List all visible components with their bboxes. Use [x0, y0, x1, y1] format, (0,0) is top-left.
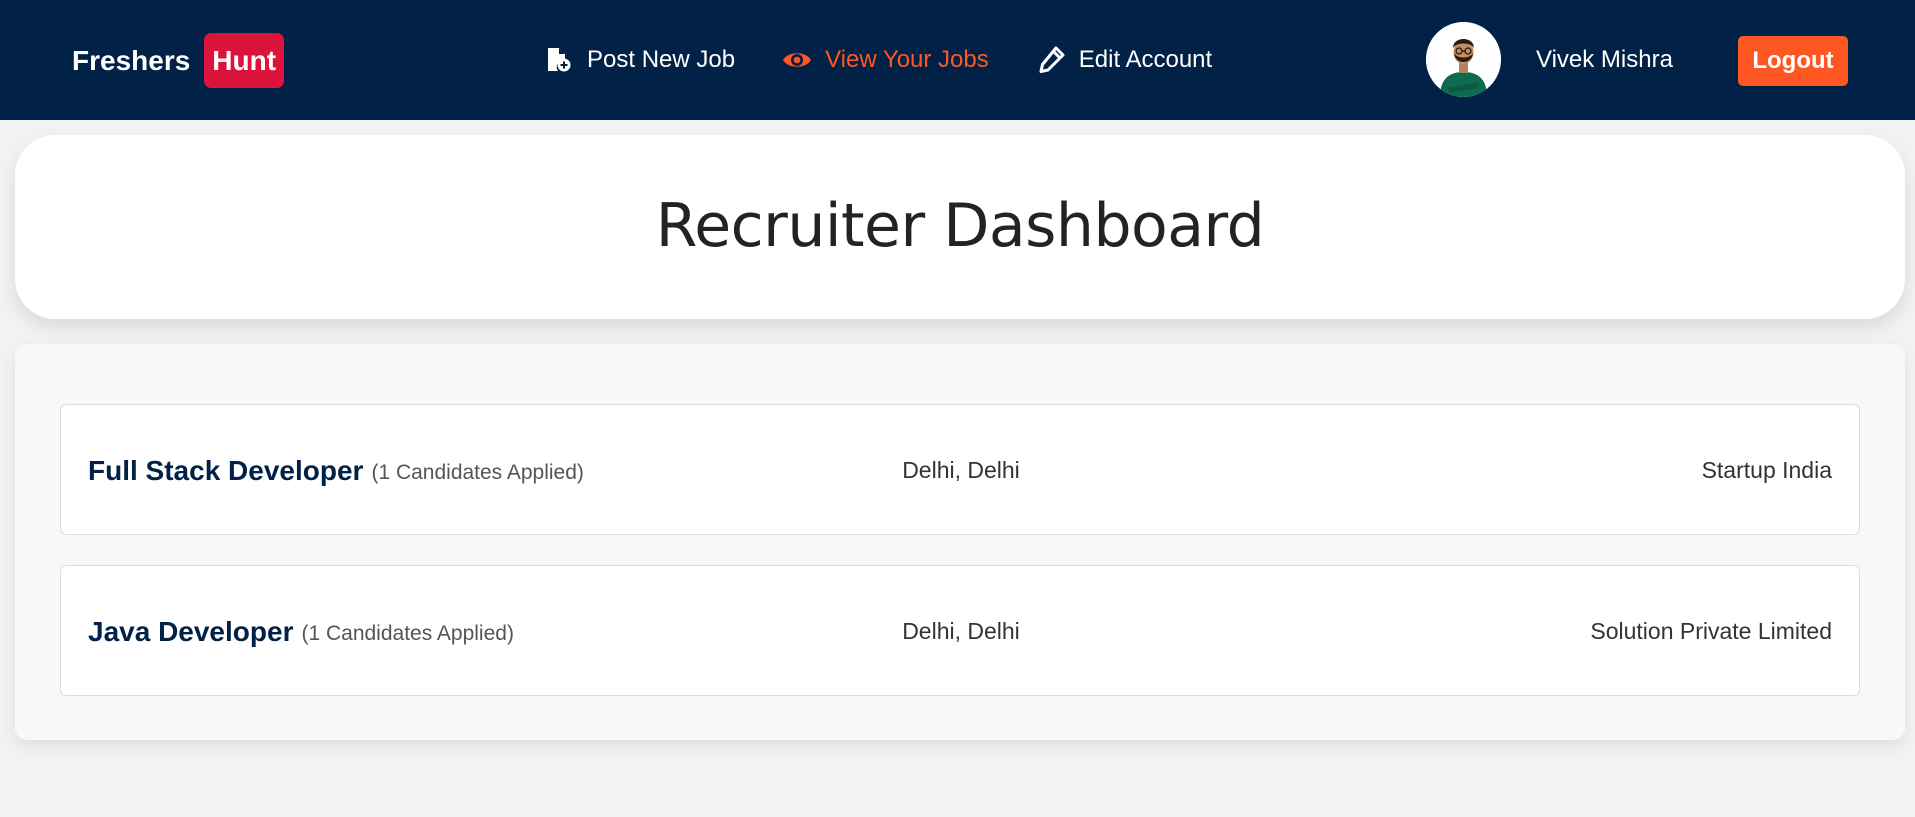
user-avatar[interactable]	[1426, 22, 1501, 97]
top-navbar: Freshers Hunt Post New Job View Your Job…	[0, 0, 1915, 120]
job-location: Delhi, Delhi	[902, 618, 1020, 644]
nav-link-post-new-job[interactable]: Post New Job	[544, 45, 735, 75]
brand-badge: Hunt	[204, 33, 285, 88]
job-title-group: Full Stack Developer (1 Candidates Appli…	[88, 405, 584, 536]
job-title-group: Java Developer (1 Candidates Applied)	[88, 566, 514, 697]
eye-icon	[782, 45, 812, 75]
job-title: Full Stack Developer	[88, 454, 364, 486]
job-title: Java Developer	[88, 615, 294, 647]
nav-link-edit-account[interactable]: Edit Account	[1036, 45, 1212, 75]
dashboard-header-card: Recruiter Dashboard	[15, 135, 1905, 319]
brand-logo-link[interactable]: Freshers Hunt	[72, 33, 285, 88]
user-name: Vivek Mishra	[1536, 46, 1673, 73]
nav-link-label: Edit Account	[1078, 46, 1213, 73]
pencil-icon	[1036, 45, 1066, 75]
page-title: Recruiter Dashboard	[655, 191, 1265, 261]
file-plus-icon	[544, 45, 574, 75]
job-candidates-count: (1 Candidates Applied)	[371, 460, 584, 484]
job-list-item[interactable]: Full Stack Developer (1 Candidates Appli…	[60, 404, 1860, 535]
nav-links: Post New Job View Your Jobs Edit Account	[544, 0, 1212, 120]
job-list-item[interactable]: Java Developer (1 Candidates Applied) De…	[60, 565, 1860, 696]
jobs-list-panel: Full Stack Developer (1 Candidates Appli…	[15, 344, 1905, 740]
nav-link-label: Post New Job	[587, 46, 736, 73]
job-company: Startup India	[1701, 457, 1832, 483]
job-candidates-count: (1 Candidates Applied)	[301, 621, 514, 645]
nav-link-label: View Your Jobs	[825, 46, 989, 73]
logout-button[interactable]: Logout	[1738, 36, 1848, 86]
nav-link-view-your-jobs[interactable]: View Your Jobs	[782, 45, 989, 75]
job-location: Delhi, Delhi	[902, 457, 1020, 483]
brand-prefix: Freshers	[72, 44, 191, 76]
job-company: Solution Private Limited	[1590, 618, 1832, 644]
